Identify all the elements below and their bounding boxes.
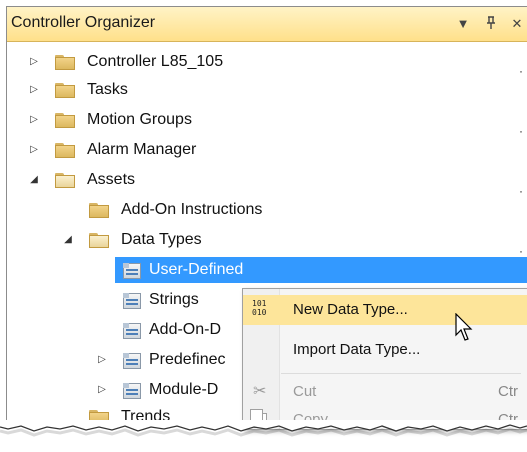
menu-separator: [281, 373, 521, 374]
edge-mark: ·: [519, 124, 523, 138]
edge-mark: ·: [519, 244, 523, 258]
expand-arrow-icon[interactable]: ▷: [95, 346, 109, 374]
tree-item-add-on-instructions[interactable]: Add-On Instructions: [7, 196, 527, 224]
collapse-arrow-icon[interactable]: ◢: [27, 166, 41, 194]
data-type-icon: [123, 323, 141, 339]
tree-item-label: Alarm Manager: [87, 141, 197, 158]
tree-item-label: Add-On Instructions: [121, 201, 263, 218]
tree-item-label: Strings: [149, 291, 199, 308]
data-type-icon: [123, 293, 141, 309]
menu-item-import-data-type[interactable]: Import Data Type...: [243, 335, 527, 365]
folder-icon: [55, 143, 75, 158]
tree-item-assets[interactable]: ◢ Assets: [7, 166, 527, 194]
expand-arrow-icon[interactable]: ▷: [27, 48, 41, 76]
context-menu: 101 010 New Data Type... Import Data Type…: [242, 288, 527, 430]
tree-item-tasks[interactable]: ▷ Tasks: [7, 76, 527, 104]
folder-icon: [55, 83, 75, 98]
scissors-icon: ✂: [253, 383, 267, 400]
expand-arrow-icon[interactable]: ▷: [95, 376, 109, 404]
tree-item-label: Motion Groups: [87, 111, 192, 128]
tree-item-controller[interactable]: ▷ Controller L85_105: [7, 48, 527, 76]
expand-arrow-icon[interactable]: ▷: [27, 136, 41, 164]
menu-item-label: Cut: [293, 383, 317, 400]
menu-item-label: Import Data Type...: [293, 341, 421, 358]
tree-item-user-defined[interactable]: User-Defined: [7, 256, 527, 284]
tree-item-label: User-Defined: [149, 261, 244, 278]
menu-item-cut[interactable]: ✂ Cut Ctr: [243, 377, 527, 407]
mouse-pointer-icon: [455, 313, 473, 341]
expand-arrow-icon[interactable]: ▷: [27, 106, 41, 134]
torn-edge: [0, 420, 527, 437]
expand-arrow-icon[interactable]: ▷: [27, 76, 41, 104]
edge-mark: ·: [519, 64, 523, 78]
tree-item-alarm-manager[interactable]: ▷ Alarm Manager: [7, 136, 527, 164]
data-type-icon: [123, 353, 141, 369]
tree-item-motion-groups[interactable]: ▷ Motion Groups: [7, 106, 527, 134]
tree-item-add-on-defined[interactable]: Add-On-D: [7, 316, 247, 344]
tree-item-label: Predefinec: [149, 351, 226, 368]
close-icon[interactable]: ✕: [509, 16, 525, 32]
folder-open-icon: [55, 173, 75, 188]
tree-item-label: Module-D: [149, 381, 219, 398]
panel-title-bar: Controller Organizer ▼ ✕: [7, 7, 527, 42]
tree-item-label: Add-On-D: [149, 321, 222, 338]
tree-item-label: Assets: [87, 171, 136, 188]
menu-item-label: New Data Type...: [293, 301, 408, 318]
tree-item-module-defined[interactable]: ▷ Module-D: [7, 376, 247, 404]
panel-title: Controller Organizer: [11, 14, 156, 31]
menu-item-new-data-type[interactable]: 101 010 New Data Type...: [243, 295, 527, 325]
folder-icon: [55, 113, 75, 128]
data-type-icon: [123, 383, 141, 399]
tree-item-data-types[interactable]: ◢ Data Types: [7, 226, 527, 254]
dropdown-icon[interactable]: ▼: [455, 16, 471, 32]
folder-icon: [55, 55, 75, 70]
tree-item-label: Data Types: [121, 231, 202, 248]
collapse-arrow-icon[interactable]: ◢: [61, 226, 75, 254]
tree-item-label: Tasks: [87, 81, 128, 98]
folder-open-icon: [89, 233, 109, 248]
data-type-icon: [123, 263, 141, 279]
edge-mark: ·: [519, 184, 523, 198]
folder-icon: [89, 203, 109, 218]
binary-icon: 101 010: [252, 299, 267, 317]
menu-item-shortcut: Ctr: [498, 383, 518, 400]
tree-item-label: Controller L85_105: [87, 53, 224, 70]
tree-item-predefined[interactable]: ▷ Predefinec: [7, 346, 247, 374]
tree-item-strings[interactable]: Strings: [7, 286, 247, 314]
pin-icon[interactable]: [483, 16, 499, 32]
